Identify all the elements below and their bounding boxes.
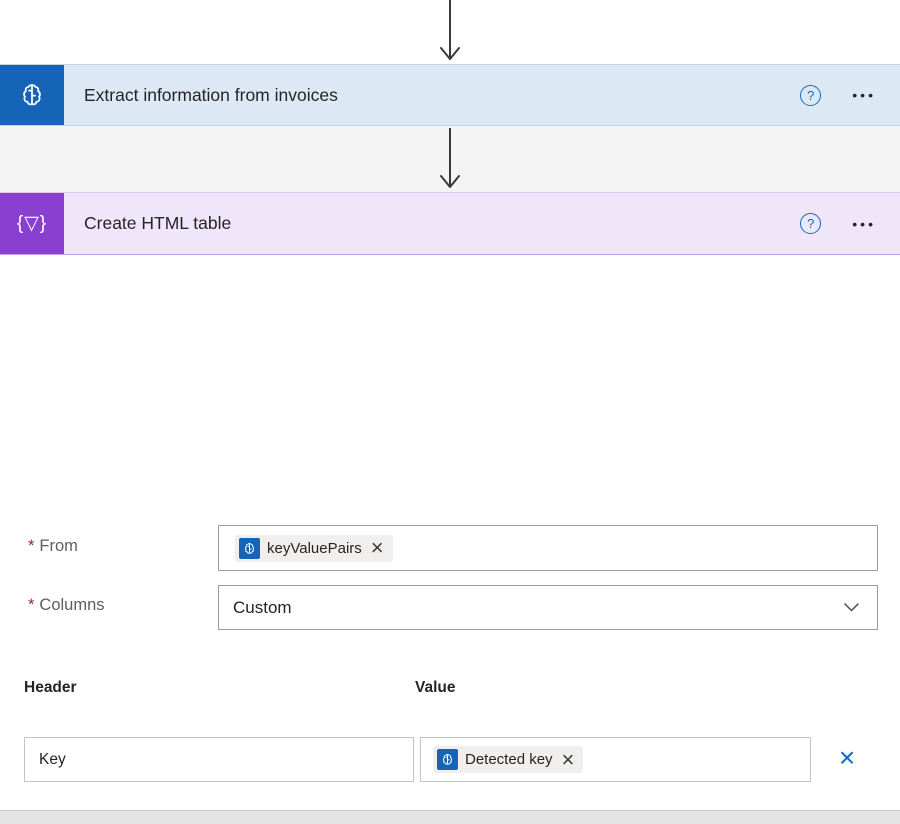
canvas-bottom-strip <box>0 810 900 824</box>
columns-field-label: *Columns <box>28 596 105 615</box>
required-asterisk: * <box>28 537 34 555</box>
token-remove-icon[interactable]: × <box>560 751 577 769</box>
help-icon[interactable]: ? <box>800 85 821 106</box>
action-card-extract-invoices[interactable]: Extract information from invoices ? ••• <box>0 64 900 126</box>
more-options-menu-icon[interactable]: ••• <box>849 87 876 103</box>
data-operation-icon: {▽} <box>0 193 64 254</box>
more-options-menu-icon[interactable]: ••• <box>849 216 876 232</box>
from-field-label: *From <box>28 537 78 556</box>
token-label: Detected key <box>465 751 553 768</box>
flow-connector-arrow <box>436 128 464 190</box>
card-title: Create HTML table <box>84 213 231 234</box>
delete-row-button[interactable]: × <box>834 745 860 773</box>
card-title: Extract information from invoices <box>84 85 338 106</box>
header-column-label: Header <box>24 679 77 697</box>
flow-connector-arrow <box>436 0 464 62</box>
flow-designer-canvas: Extract information from invoices ? ••• … <box>0 0 900 824</box>
columns-selected-value: Custom <box>233 598 292 618</box>
token-label: keyValuePairs <box>267 540 362 557</box>
action-card-create-html-table[interactable]: {▽} Create HTML table ? ••• <box>0 192 900 255</box>
ai-builder-icon <box>0 65 64 125</box>
ai-builder-icon <box>239 538 260 559</box>
token-remove-icon[interactable]: × <box>369 539 386 557</box>
required-asterisk: * <box>28 596 34 614</box>
chevron-down-icon <box>844 603 859 612</box>
help-icon[interactable]: ? <box>800 213 821 234</box>
keyvaluepairs-token[interactable]: keyValuePairs × <box>235 535 393 562</box>
from-input[interactable]: keyValuePairs × <box>218 525 878 571</box>
header-input-row1[interactable] <box>24 737 414 782</box>
value-column-label: Value <box>415 679 456 697</box>
columns-dropdown[interactable]: Custom <box>218 585 878 630</box>
detected-key-token[interactable]: Detected key × <box>433 746 583 773</box>
ai-builder-icon <box>437 749 458 770</box>
create-html-table-body: *From keyValuePairs × *Columns Custom <box>0 255 900 810</box>
value-input-row1[interactable]: Detected key × <box>420 737 811 782</box>
